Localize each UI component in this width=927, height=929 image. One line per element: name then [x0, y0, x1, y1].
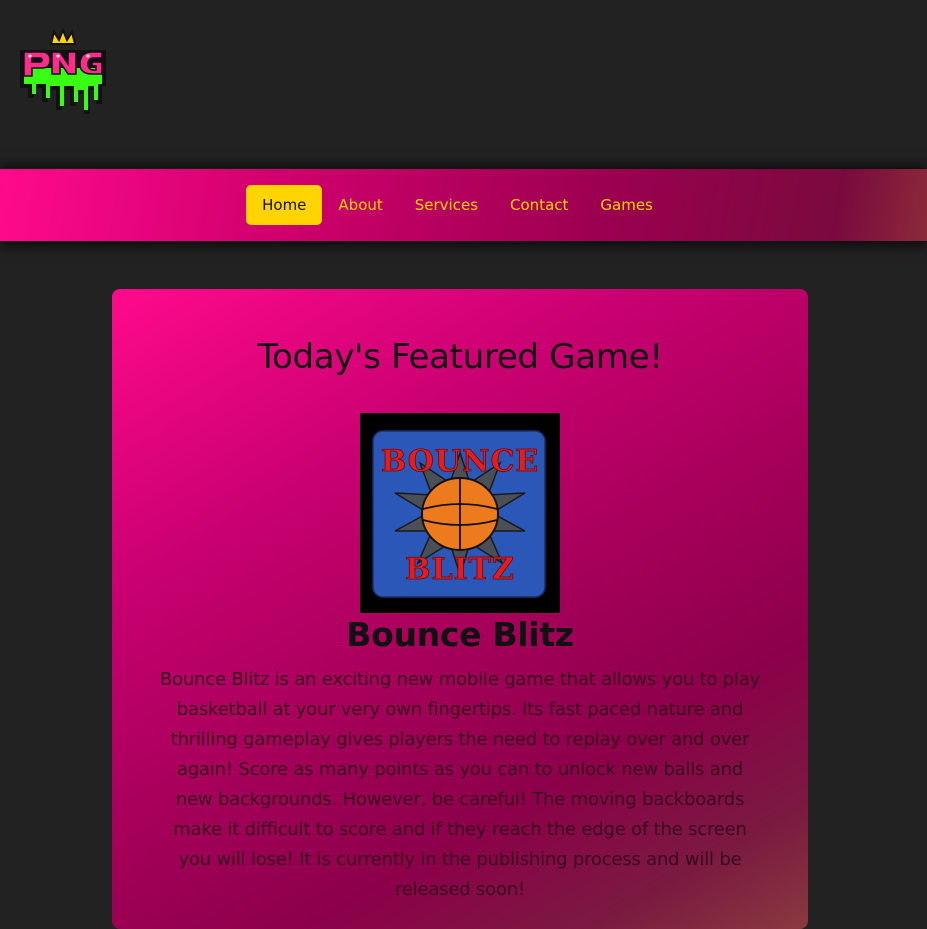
nav-item-services[interactable]: Services	[399, 185, 494, 225]
nav-item-home[interactable]: Home	[246, 185, 323, 225]
site-logo[interactable]	[18, 24, 108, 118]
bounce-blitz-cover-icon: BOUNCE BLITZ	[360, 413, 560, 613]
nav-list: Home About Services Contact Games	[246, 185, 669, 225]
nav-item-games[interactable]: Games	[584, 185, 668, 225]
site-header	[0, 0, 927, 168]
featured-heading: Today's Featured Game!	[257, 337, 663, 377]
game-cover-image[interactable]: BOUNCE BLITZ	[360, 413, 560, 613]
game-description: Bounce Blitz is an exciting new mobile g…	[159, 669, 761, 900]
game-name: Bounce Blitz	[346, 615, 574, 654]
featured-game-card: Today's Featured Game! BOUNCE BLITZ Boun…	[112, 289, 808, 929]
main-navbar: Home About Services Contact Games	[0, 169, 927, 241]
nav-item-about[interactable]: About	[322, 185, 398, 225]
nav-item-contact[interactable]: Contact	[494, 185, 584, 225]
cover-title-top: BOUNCE	[381, 444, 539, 479]
png-logo-icon	[20, 27, 106, 114]
cover-title-bottom: BLITZ	[405, 552, 515, 587]
